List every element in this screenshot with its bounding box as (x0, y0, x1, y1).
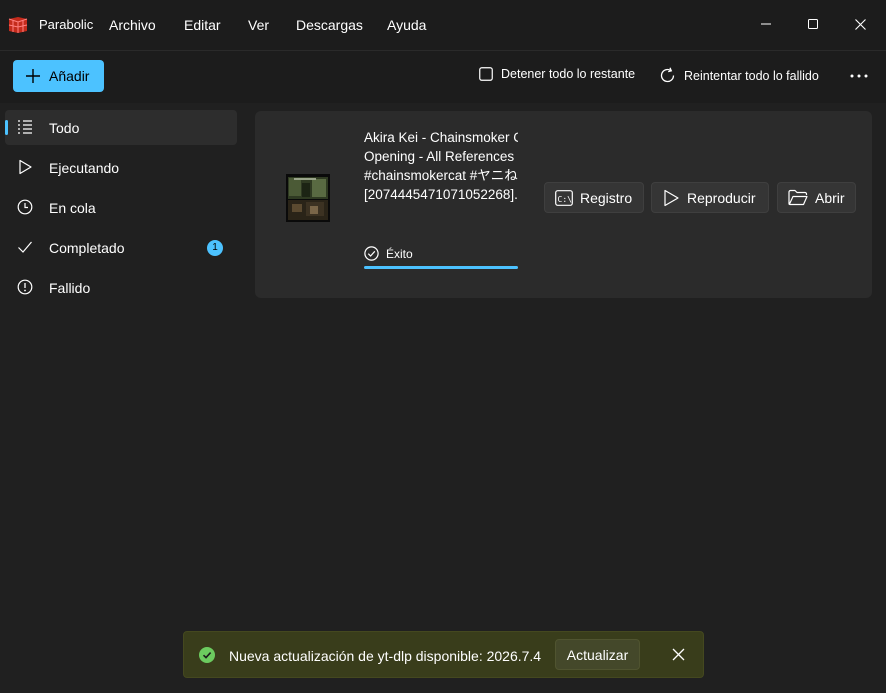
sidebar-item-label: Fallido (49, 280, 91, 296)
video-thumbnail (286, 174, 330, 222)
checkbox-icon (479, 67, 493, 81)
update-notification: Nueva actualización de yt-dlp disponible… (183, 631, 704, 678)
download-card: Akira Kei - Chainsmoker C Opening - All … (255, 111, 872, 298)
svg-text:C:\: C:\ (558, 195, 573, 204)
menu-archivo[interactable]: Archivo (109, 17, 156, 33)
sidebar-item-label: Todo (49, 120, 80, 136)
play-button-label: Reproducir (687, 189, 756, 206)
filename-line: Opening - All References (364, 149, 515, 164)
terminal-icon: C:\ (555, 189, 573, 206)
retry-icon (660, 67, 675, 83)
sidebar-item-label: Ejecutando (49, 160, 120, 176)
play-button[interactable]: Reproducir (651, 182, 769, 213)
list-icon (18, 120, 32, 134)
filename-line: [2074445471071052268].m (364, 187, 518, 202)
app-name: Parabolic (39, 17, 94, 32)
download-status: Éxito (364, 246, 413, 261)
plus-icon (26, 69, 40, 83)
progress-bar (364, 266, 518, 269)
download-filename: Akira Kei - Chainsmoker C Opening - All … (364, 128, 518, 206)
menu-editar[interactable]: Editar (184, 17, 221, 33)
status-label: Éxito (386, 246, 413, 261)
sidebar-item-fallido[interactable]: Fallido (5, 270, 237, 305)
open-button[interactable]: Abrir (777, 182, 856, 213)
close-window-button[interactable] (845, 10, 875, 38)
filename-line: #chainsmokercat #ヤニねこ (364, 168, 518, 183)
sidebar-item-completado[interactable]: Completado 1 (5, 230, 237, 265)
sidebar-item-label: Completado (49, 240, 125, 256)
success-check-icon (364, 246, 379, 261)
stop-all-remaining-label: Detener todo lo restante (501, 67, 636, 81)
minimize-icon (761, 23, 771, 25)
folder-icon (788, 189, 808, 206)
sidebar-item-en-cola[interactable]: En cola (5, 190, 237, 225)
more-options-icon[interactable] (850, 74, 868, 78)
menu-ver[interactable]: Ver (248, 17, 269, 33)
menu-ayuda[interactable]: Ayuda (387, 17, 426, 33)
menu-descargas[interactable]: Descargas (296, 17, 363, 33)
check-icon (18, 241, 32, 253)
maximize-button[interactable] (798, 10, 828, 38)
close-icon (854, 18, 866, 30)
retry-all-failed-button[interactable]: Reintentar todo lo fallido (659, 67, 819, 84)
log-button-label: Registro (580, 189, 633, 206)
sidebar-item-ejecutando[interactable]: Ejecutando (5, 150, 237, 185)
title-bar: Parabolic Archivo Editar Ver Descargas A… (0, 0, 886, 51)
completed-count-badge: 1 (207, 240, 223, 256)
add-button[interactable]: Añadir (13, 60, 104, 92)
thumbnail-image (286, 174, 330, 222)
open-button-label: Abrir (815, 189, 845, 206)
sidebar-item-todo[interactable]: Todo (5, 110, 237, 145)
stop-all-remaining-button[interactable]: Detener todo lo restante (479, 67, 635, 81)
play-icon (664, 189, 679, 206)
filename-line: Akira Kei - Chainsmoker C (364, 130, 518, 145)
add-button-label: Añadir (49, 68, 90, 84)
error-icon (17, 279, 33, 295)
update-button[interactable]: Actualizar (555, 639, 640, 670)
retry-all-failed-label: Reintentar todo lo fallido (684, 68, 819, 83)
clock-icon (17, 199, 33, 215)
success-icon (199, 647, 215, 663)
close-icon[interactable] (672, 648, 685, 661)
play-icon (19, 159, 32, 175)
minimize-button[interactable] (751, 10, 781, 38)
sidebar-item-label: En cola (49, 200, 96, 216)
log-button[interactable]: C:\ Registro (544, 182, 644, 213)
app-logo-icon (8, 17, 28, 33)
update-message: Nueva actualización de yt-dlp disponible… (229, 648, 542, 664)
selection-indicator (5, 120, 8, 135)
maximize-icon (808, 19, 818, 29)
